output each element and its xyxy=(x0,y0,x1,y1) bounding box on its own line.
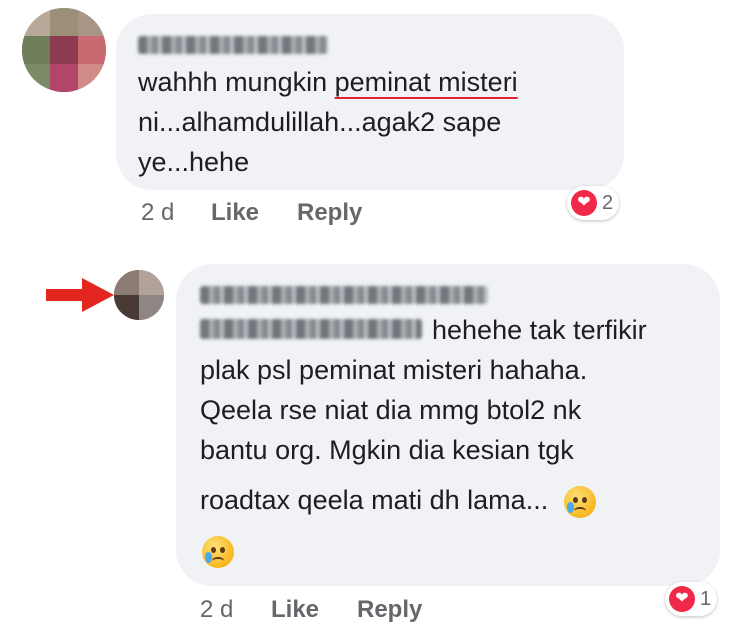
reaction-badge[interactable]: ❤ 1 xyxy=(665,582,718,616)
like-button[interactable]: Like xyxy=(271,596,319,624)
like-button[interactable]: Like xyxy=(211,199,259,227)
avatar[interactable] xyxy=(114,270,164,320)
comment-text-line: wahhh mungkin peminat misteri xyxy=(138,62,518,102)
timestamp[interactable]: 2 d xyxy=(200,596,233,624)
reply-text-line: hehehe tak terfikir xyxy=(432,315,647,345)
comment-link[interactable]: peminat misteri xyxy=(335,67,518,97)
reply-bubble: hehehe tak terfikir plak psl peminat mis… xyxy=(176,264,720,586)
red-arrow-icon xyxy=(46,278,114,312)
comment-text-line: ye...hehe xyxy=(138,147,250,177)
reply-button[interactable]: Reply xyxy=(297,199,362,227)
reply-text-line: plak psl peminat misteri hahaha. xyxy=(200,355,588,385)
reaction-count: 2 xyxy=(602,191,614,214)
reaction-count: 1 xyxy=(700,587,712,610)
reaction-badge[interactable]: ❤ 2 xyxy=(567,186,620,220)
author-name[interactable] xyxy=(200,286,488,304)
reply-text-line: roadtax qeela mati dh lama... xyxy=(200,480,596,520)
heart-icon: ❤ xyxy=(669,586,695,612)
comment-text-line: ni...alhamdulillah...agak2 sape xyxy=(138,107,502,137)
comment-text: wahhh mungkin xyxy=(138,67,335,97)
crying-face-icon xyxy=(563,485,596,518)
avatar[interactable] xyxy=(22,8,106,92)
author-name[interactable] xyxy=(138,36,328,54)
reply-button[interactable]: Reply xyxy=(357,596,422,624)
mention-tag[interactable] xyxy=(200,319,422,339)
comment-bubble: wahhh mungkin peminat misteri ni...alham… xyxy=(116,14,624,190)
reply-text-line: bantu org. Mgkin dia kesian tgk xyxy=(200,435,574,465)
reply-text: roadtax qeela mati dh lama... xyxy=(200,485,549,515)
crying-face-icon xyxy=(202,536,234,568)
reply-text-line: Qeela rse niat dia mmg btol2 nk xyxy=(200,395,582,425)
heart-icon: ❤ xyxy=(571,190,597,216)
timestamp[interactable]: 2 d xyxy=(141,199,174,227)
